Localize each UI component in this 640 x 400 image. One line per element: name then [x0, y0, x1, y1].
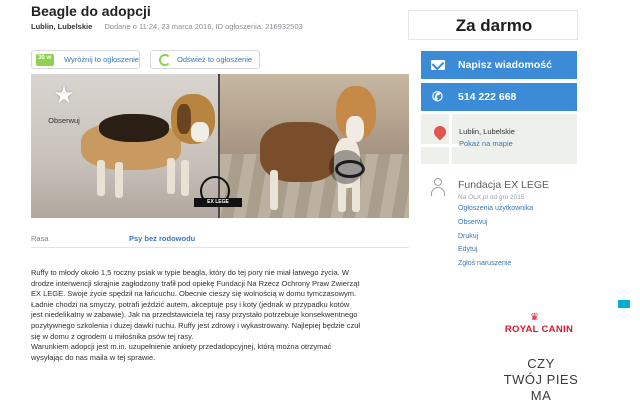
- promo-badge-icon: 30 w: [34, 51, 56, 68]
- refresh-listing-button[interactable]: Odśwież to ogłoszenie: [150, 50, 260, 69]
- royal-canin-ad[interactable]: ♛ ROYAL CANIN CZY TWÓJ PIES MA: [450, 296, 632, 400]
- highlight-listing-button[interactable]: 30 w Wyróżnij to ogłoszenie: [31, 50, 140, 69]
- ad-text-line-2: TWÓJ PIES: [503, 372, 579, 387]
- phone-icon: ✆: [432, 89, 443, 104]
- favorite-button[interactable]: ★ Obserwuj: [33, 84, 95, 132]
- phone-number-label: 514 222 668: [458, 91, 517, 103]
- print-link[interactable]: Drukuj: [458, 230, 511, 244]
- map-location-label: Lublin, Lubelskie: [459, 127, 515, 136]
- gallery-next-button[interactable]: [329, 150, 363, 184]
- user-icon: [430, 178, 446, 198]
- crown-icon: ♛: [530, 312, 539, 323]
- seller-name[interactable]: Fundacja EX LEGE: [458, 179, 549, 191]
- listing-meta: Lublin, Lubelskie Dodane o 11:24, 23 mar…: [31, 22, 303, 31]
- seller-info: Fundacja EX LEGE Na OLX.pl od gru 2015 O…: [430, 178, 580, 218]
- envelope-icon: [431, 58, 445, 72]
- listing-description: Ruffy to młody około 1,5 roczny psiak w …: [31, 268, 361, 362]
- price-box: Za darmo: [408, 10, 578, 40]
- seller-since: Na OLX.pl od gru 2015: [458, 194, 525, 201]
- map-pin-icon: [431, 123, 449, 141]
- send-message-label: Napisz wiadomość: [458, 59, 552, 71]
- seller-ads-link[interactable]: Ogłoszenia użytkownika: [458, 205, 533, 212]
- observe-link[interactable]: Obserwuj: [458, 216, 511, 230]
- edit-link[interactable]: Edytuj: [458, 243, 511, 257]
- ad-text-line-1: CZY: [527, 356, 555, 371]
- royal-canin-logo: ♛ ROYAL CANIN: [504, 312, 574, 335]
- param-breed-label: Rasa: [31, 234, 49, 243]
- param-breed-value[interactable]: Psy bez rodowodu: [129, 234, 195, 243]
- refresh-icon: [159, 53, 171, 66]
- param-row-breed: Rasa Psy bez rodowodu: [31, 228, 409, 248]
- listing-posted-info: Dodane o 11:24, 23 marca 2016, ID ogłosz…: [104, 22, 303, 31]
- refresh-listing-label: Odśwież to ogłoszenie: [177, 55, 253, 64]
- ex-lege-watermark-logo: EX LEGE: [194, 172, 242, 212]
- listing-location-link[interactable]: Lublin, Lubelskie: [31, 22, 92, 31]
- location-map[interactable]: Lublin, Lubelskie Pokaż na mapie: [421, 114, 577, 164]
- adchoices-icon[interactable]: [618, 300, 630, 308]
- star-icon: ★: [53, 82, 75, 109]
- show-phone-button[interactable]: ✆ 514 222 668: [421, 83, 577, 111]
- show-on-map-link[interactable]: Pokaż na mapie: [459, 139, 513, 148]
- highlight-listing-label: Wyróżnij to ogłoszenie: [64, 55, 139, 64]
- send-message-button[interactable]: Napisz wiadomość: [421, 51, 577, 79]
- ad-text-line-3: MA: [530, 388, 552, 400]
- listing-tools: Obserwuj Drukuj Edytuj Zgłoś naruszenie: [458, 216, 511, 270]
- favorite-label: Obserwuj: [48, 116, 80, 125]
- listing-title: Beagle do adopcji: [31, 3, 151, 19]
- price-label: Za darmo: [455, 16, 533, 35]
- report-link[interactable]: Zgłoś naruszenie: [458, 257, 511, 271]
